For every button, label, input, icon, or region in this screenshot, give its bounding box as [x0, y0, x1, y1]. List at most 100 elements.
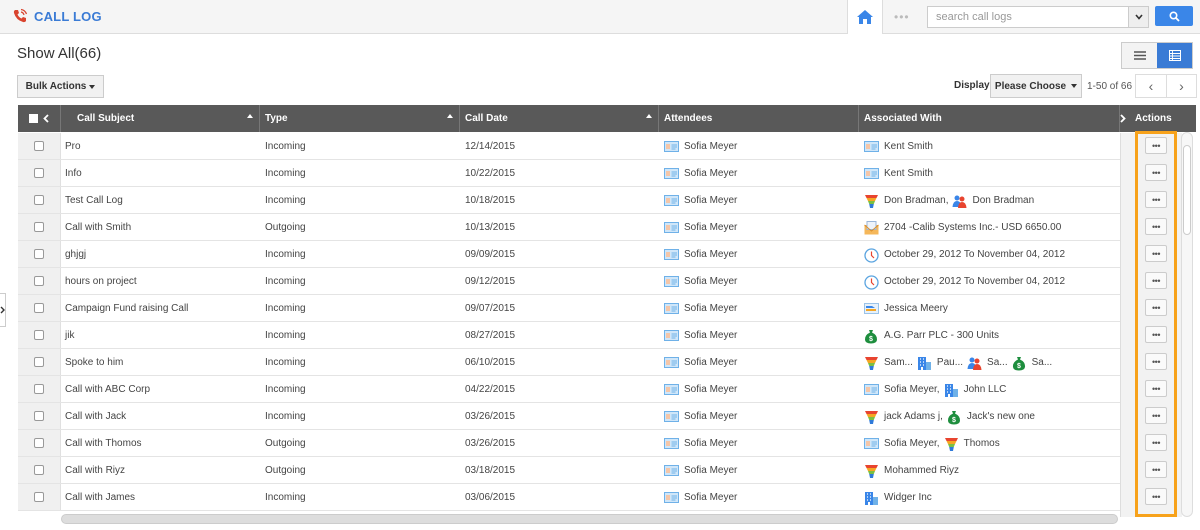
associated-item[interactable]: Widger Inc [864, 491, 932, 505]
associated-item[interactable]: $ Sa... [1012, 356, 1052, 370]
row-actions-button[interactable]: ••• [1145, 407, 1167, 424]
associated-item[interactable]: jack Adams j, [864, 410, 943, 424]
attendee-text[interactable]: Sofia Meyer [684, 330, 737, 341]
row-actions-button[interactable]: ••• [1145, 164, 1167, 181]
associated-item[interactable]: Don Bradman, [864, 194, 948, 208]
search-dropdown-button[interactable] [1128, 7, 1148, 27]
attendee-text[interactable]: Sofia Meyer [684, 465, 737, 476]
associated-item[interactable]: Sam... [864, 356, 913, 370]
row-checkbox[interactable] [34, 303, 44, 313]
row-checkbox[interactable] [34, 384, 44, 394]
attendee-text[interactable]: Sofia Meyer [684, 438, 737, 449]
row-actions-button[interactable]: ••• [1145, 191, 1167, 208]
row-checkbox[interactable] [34, 168, 44, 178]
associated-item[interactable]: Kent Smith [864, 140, 933, 153]
associated-item[interactable]: John LLC [944, 383, 1006, 397]
table-row[interactable]: Test Call Log Incoming 10/18/2015 Sofia Mey… [18, 187, 1120, 214]
row-checkbox[interactable] [34, 438, 44, 448]
table-row[interactable]: Call with Thomos Outgoing 03/26/2015 Sofia … [18, 430, 1120, 457]
prev-page-button[interactable]: ‹ [1136, 75, 1166, 97]
grid-view-button[interactable] [1157, 43, 1192, 68]
attendee-text[interactable]: Sofia Meyer [684, 249, 737, 260]
table-row[interactable]: Spoke to him Incoming 06/10/2015 Sofia Meye… [18, 349, 1120, 376]
call-subject-cell[interactable]: Call with ABC Corp [61, 376, 260, 402]
table-row[interactable]: Info Incoming 10/22/2015 Sofia Meyer Kent Sm… [18, 160, 1120, 187]
associated-item[interactable]: Mohammed Riyz [864, 464, 959, 478]
row-checkbox[interactable] [34, 222, 44, 232]
attendee-text[interactable]: Sofia Meyer [684, 303, 737, 314]
chevron-right-icon[interactable] [1120, 114, 1126, 123]
sidebar-toggle[interactable] [0, 293, 6, 327]
associated-item[interactable]: October 29, 2012 To November 04, 2012 [864, 247, 1065, 263]
search-button[interactable] [1155, 6, 1193, 26]
chevron-left-icon[interactable] [43, 114, 49, 123]
row-checkbox[interactable] [34, 195, 44, 205]
call-subject-cell[interactable]: Call with Smith [61, 214, 260, 240]
row-checkbox[interactable] [34, 411, 44, 421]
row-checkbox[interactable] [34, 141, 44, 151]
call-subject-cell[interactable]: Test Call Log [61, 187, 260, 213]
horizontal-scrollbar[interactable] [61, 514, 1118, 524]
call-subject-cell[interactable]: hours on project [61, 268, 260, 294]
attendee-text[interactable]: Sofia Meyer [684, 411, 737, 422]
row-actions-button[interactable]: ••• [1145, 326, 1167, 343]
associated-item[interactable]: Jessica Meery [864, 302, 948, 315]
row-actions-button[interactable]: ••• [1145, 245, 1167, 262]
row-actions-button[interactable]: ••• [1145, 380, 1167, 397]
column-header-type[interactable]: Type [260, 105, 460, 132]
associated-item[interactable]: $ Jack's new one [947, 410, 1035, 424]
attendee-text[interactable]: Sofia Meyer [684, 168, 737, 179]
column-header-associated-with[interactable]: Associated With [859, 105, 1120, 132]
table-row[interactable]: Call with James Incoming 03/06/2015 Sofia M… [18, 484, 1120, 511]
call-subject-cell[interactable]: ghjgj [61, 241, 260, 267]
row-actions-button[interactable]: ••• [1145, 218, 1167, 235]
row-checkbox[interactable] [34, 357, 44, 367]
table-row[interactable]: hours on project Incoming 09/12/2015 Sofia … [18, 268, 1120, 295]
bulk-actions-button[interactable]: Bulk Actions [17, 75, 104, 98]
associated-item[interactable]: Sa... [967, 356, 1008, 370]
associated-item[interactable]: Thomos [944, 437, 1000, 451]
call-subject-cell[interactable]: Call with Jack [61, 403, 260, 429]
associated-item[interactable]: Kent Smith [864, 167, 933, 180]
attendee-text[interactable]: Sofia Meyer [684, 492, 737, 503]
row-checkbox[interactable] [34, 465, 44, 475]
table-row[interactable]: Pro Incoming 12/14/2015 Sofia Meyer Kent Smi… [18, 133, 1120, 160]
call-subject-cell[interactable]: Call with Riyz [61, 457, 260, 483]
home-button[interactable] [847, 0, 883, 34]
associated-item[interactable]: Pau... [917, 356, 963, 370]
next-page-button[interactable]: › [1166, 75, 1196, 97]
scroll-thumb[interactable] [1183, 145, 1191, 235]
call-subject-cell[interactable]: Info [61, 160, 260, 186]
associated-item[interactable]: $ A.G. Parr PLC - 300 Units [864, 329, 999, 343]
call-subject-cell[interactable]: Call with Thomos [61, 430, 260, 456]
table-row[interactable]: Campaign Fund raising Call Incoming 09/07/… [18, 295, 1120, 322]
call-subject-cell[interactable]: Pro [61, 133, 260, 159]
row-actions-button[interactable]: ••• [1145, 488, 1167, 505]
table-row[interactable]: Call with ABC Corp Incoming 04/22/2015 Sofi… [18, 376, 1120, 403]
associated-item[interactable]: 2704 -Calib Systems Inc.- USD 6650.00 [864, 220, 1061, 234]
call-subject-cell[interactable]: Spoke to him [61, 349, 260, 375]
table-row[interactable]: ghjgj Incoming 09/09/2015 Sofia Meyer Octobe… [18, 241, 1120, 268]
vertical-scrollbar[interactable] [1181, 132, 1193, 517]
attendee-text[interactable]: Sofia Meyer [684, 195, 737, 206]
column-header-attendees[interactable]: Attendees [659, 105, 859, 132]
associated-item[interactable]: Don Bradman [952, 194, 1034, 208]
call-subject-cell[interactable]: Call with James [61, 484, 260, 510]
display-select[interactable]: Please Choose [990, 74, 1082, 98]
more-options-button[interactable]: ••• [894, 10, 910, 24]
row-checkbox[interactable] [34, 492, 44, 502]
row-actions-button[interactable]: ••• [1145, 353, 1167, 370]
attendee-text[interactable]: Sofia Meyer [684, 222, 737, 233]
table-row[interactable]: Call with Smith Outgoing 10/13/2015 Sofia M… [18, 214, 1120, 241]
table-row[interactable]: Call with Riyz Outgoing 03/18/2015 Sofia Me… [18, 457, 1120, 484]
row-actions-button[interactable]: ••• [1145, 299, 1167, 316]
associated-item[interactable]: October 29, 2012 To November 04, 2012 [864, 274, 1065, 290]
column-header-call-subject[interactable]: Call Subject [61, 105, 260, 132]
attendee-text[interactable]: Sofia Meyer [684, 141, 737, 152]
list-view-button[interactable] [1122, 43, 1157, 68]
table-row[interactable]: Call with Jack Incoming 03/26/2015 Sofia Me… [18, 403, 1120, 430]
attendee-text[interactable]: Sofia Meyer [684, 357, 737, 368]
row-checkbox[interactable] [34, 276, 44, 286]
row-actions-button[interactable]: ••• [1145, 461, 1167, 478]
call-subject-cell[interactable]: jik [61, 322, 260, 348]
